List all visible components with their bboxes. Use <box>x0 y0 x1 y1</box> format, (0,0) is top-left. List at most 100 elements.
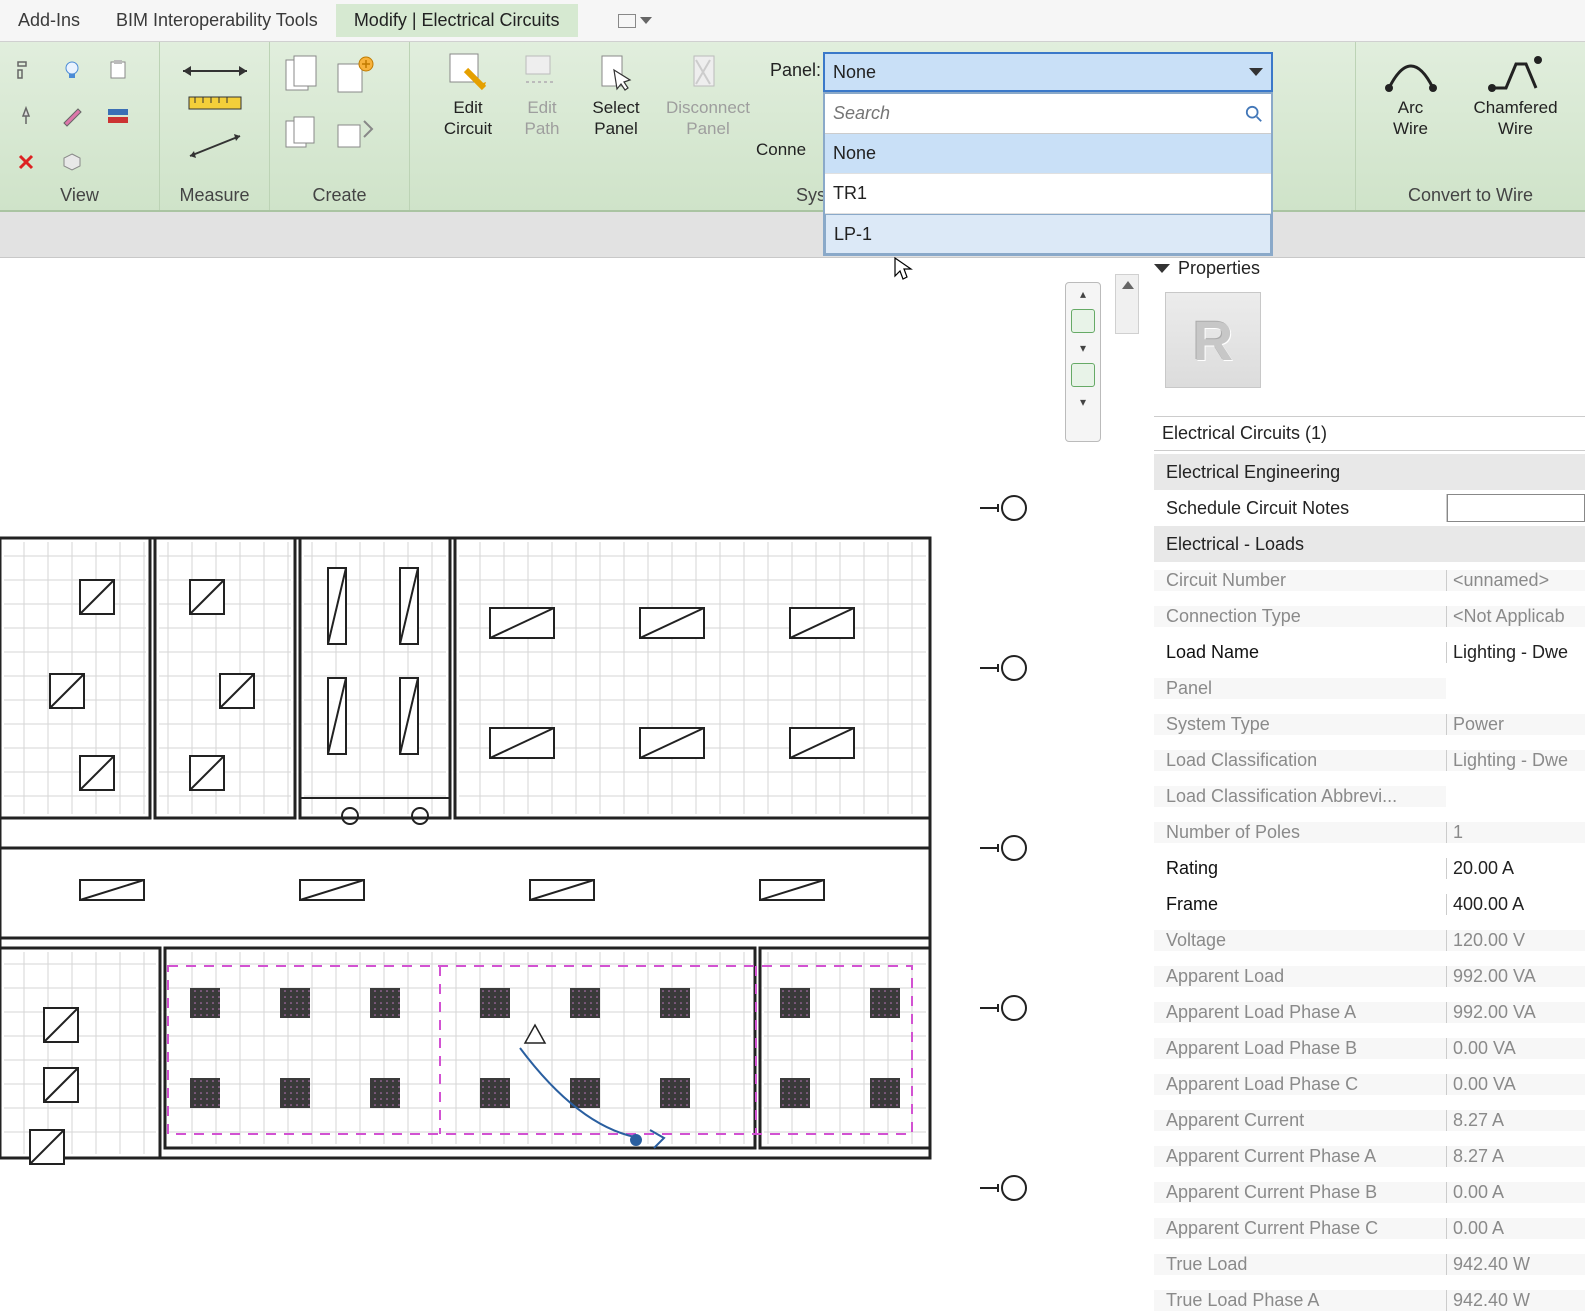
arc-wire-button[interactable]: Arc Wire <box>1371 48 1451 138</box>
revit-logo-icon: R <box>1193 308 1233 373</box>
chevron-down-icon[interactable]: ▾ <box>1080 341 1086 355</box>
row-apparent-current-c: Apparent Current Phase C0.00 A <box>1154 1210 1585 1246</box>
match-props-icon[interactable] <box>52 96 92 136</box>
pin-icon[interactable] <box>6 96 46 136</box>
ribbon-tabs: Add-Ins BIM Interoperability Tools Modif… <box>0 0 1585 42</box>
paste-icon[interactable] <box>98 50 138 90</box>
create-assembly-icon[interactable] <box>332 54 376 103</box>
group-label-convert: Convert to Wire <box>1356 185 1585 206</box>
tab-addins[interactable]: Add-Ins <box>0 4 98 37</box>
group-label-measure: Measure <box>160 185 269 206</box>
row-apparent-load-a: Apparent Load Phase A992.00 VA <box>1154 994 1585 1030</box>
tab-bim-interop[interactable]: BIM Interoperability Tools <box>98 4 336 37</box>
section-electrical-engineering[interactable]: Electrical Engineering <box>1154 454 1585 490</box>
chamfered-wire-button[interactable]: Chamfered Wire <box>1461 48 1571 138</box>
edit-path-label-bot: Path <box>510 119 574 138</box>
row-connection-type: Connection Type<Not Applicab <box>1154 598 1585 634</box>
search-icon <box>1245 105 1263 123</box>
row-load-class-abbrev: Load Classification Abbrevi... <box>1154 778 1585 814</box>
linework-icon[interactable] <box>98 96 138 136</box>
group-label-view: View <box>0 185 159 206</box>
group-measure: Measure <box>160 42 270 210</box>
tape-measure-icon[interactable] <box>185 91 245 115</box>
row-frame[interactable]: Frame400.00 A <box>1154 886 1585 922</box>
panel-option-tr1[interactable]: TR1 <box>825 174 1271 214</box>
edit-circuit-label-bot: Circuit <box>432 119 504 138</box>
disconnect-panel-label-top: Disconnect <box>658 98 758 117</box>
select-panel-button[interactable]: Select Panel <box>580 48 652 138</box>
panel-option-none[interactable]: None <box>825 134 1271 174</box>
row-apparent-current-a: Apparent Current Phase A8.27 A <box>1154 1138 1585 1174</box>
section-electrical-loads[interactable]: Electrical - Loads <box>1154 526 1585 562</box>
edit-circuit-label-top: Edit <box>432 98 504 117</box>
copy-icon[interactable] <box>280 115 324 158</box>
chevron-up-icon[interactable]: ▴ <box>1080 287 1086 301</box>
row-load-name[interactable]: Load NameLighting - Dwe <box>1154 634 1585 670</box>
row-true-load: True Load942.40 W <box>1154 1246 1585 1282</box>
lightbulb-icon[interactable] <box>52 50 92 90</box>
dimension-icon[interactable] <box>180 128 250 164</box>
chevron-down-icon <box>1154 264 1170 273</box>
options-bar <box>0 212 1585 258</box>
row-apparent-load-c: Apparent Load Phase C0.00 VA <box>1154 1066 1585 1102</box>
row-number-of-poles: Number of Poles1 <box>1154 814 1585 850</box>
group-create: Create <box>270 42 410 210</box>
panel-select[interactable]: None <box>823 52 1273 92</box>
edit-path-button: Edit Path <box>510 48 574 138</box>
row-schedule-circuit-notes[interactable]: Schedule Circuit Notes <box>1154 490 1585 526</box>
zoom-fit-icon[interactable] <box>1071 363 1095 387</box>
canvas-vertical-scrollbar[interactable] <box>1115 274 1139 334</box>
main-area: ▴ ▾ ▾ Properties R Electrical Circuits (… <box>0 258 1585 1315</box>
group-circuit-tools: Edit Circuit Edit Path Select Panel Disc… <box>410 42 780 210</box>
chevron-down-icon <box>1249 68 1263 76</box>
ribbon-display-options[interactable] <box>618 14 652 28</box>
measure-arrows-icon[interactable] <box>175 56 255 86</box>
connect-button-partial[interactable]: Conne <box>756 138 826 159</box>
select-panel-label-bot: Panel <box>580 119 652 138</box>
view-navbar[interactable]: ▴ ▾ ▾ <box>1065 282 1101 442</box>
edit-circuit-button[interactable]: Edit Circuit <box>432 48 504 138</box>
chevron-down-icon <box>640 17 652 24</box>
arc-wire-label-top: Arc <box>1371 98 1451 117</box>
panel-dropdown: None TR1 LP-1 <box>823 92 1273 256</box>
load-family-icon[interactable] <box>332 115 376 158</box>
create-similar-icon[interactable] <box>280 54 324 103</box>
revit-type-image: R <box>1165 292 1261 388</box>
schedule-notes-input[interactable] <box>1447 494 1585 522</box>
drawing-view[interactable] <box>0 268 1050 1288</box>
row-system-type: System TypePower <box>1154 706 1585 742</box>
row-circuit-number: Circuit Number<unnamed> <box>1154 562 1585 598</box>
properties-header[interactable]: Properties <box>1154 258 1260 279</box>
delete-icon[interactable] <box>6 142 46 182</box>
chevron-down-icon[interactable]: ▾ <box>1080 395 1086 409</box>
zoom-region-icon[interactable] <box>1071 309 1095 333</box>
row-load-classification: Load ClassificationLighting - Dwe <box>1154 742 1585 778</box>
row-true-load-a: True Load Phase A942.40 W <box>1154 1282 1585 1315</box>
panel-field-label: Panel: <box>770 60 821 81</box>
ribbon-panel: View Measure Create Edit Circuit <box>0 42 1585 212</box>
properties-table: Electrical Engineering Schedule Circuit … <box>1154 454 1585 1315</box>
group-modify: View <box>0 42 160 210</box>
tab-modify-circuits[interactable]: Modify | Electrical Circuits <box>336 4 578 37</box>
connect-label-partial: Conne <box>756 140 826 159</box>
type-selector[interactable]: Electrical Circuits (1) <box>1154 416 1585 451</box>
row-voltage: Voltage120.00 V <box>1154 922 1585 958</box>
mouse-cursor-icon <box>893 256 913 282</box>
disconnect-panel-label-bot: Panel <box>658 119 758 138</box>
modify-tool-icon[interactable] <box>6 50 46 90</box>
row-apparent-load: Apparent Load992.00 VA <box>1154 958 1585 994</box>
ribbon-toggle-icon <box>618 14 636 28</box>
row-rating[interactable]: Rating20.00 A <box>1154 850 1585 886</box>
group-label-create: Create <box>270 185 409 206</box>
cube-icon[interactable] <box>52 142 92 182</box>
panel-search-input[interactable] <box>833 103 1245 124</box>
row-apparent-current: Apparent Current8.27 A <box>1154 1102 1585 1138</box>
select-panel-label-top: Select <box>580 98 652 117</box>
panel-option-lp1[interactable]: LP-1 <box>825 214 1271 254</box>
panel-dropdown-search[interactable] <box>825 94 1271 134</box>
panel-select-value: None <box>833 62 876 83</box>
chamfered-label-top: Chamfered <box>1461 98 1571 117</box>
disconnect-panel-button: Disconnect Panel <box>658 48 758 138</box>
arc-wire-label-bot: Wire <box>1371 119 1451 138</box>
chamfered-label-bot: Wire <box>1461 119 1571 138</box>
